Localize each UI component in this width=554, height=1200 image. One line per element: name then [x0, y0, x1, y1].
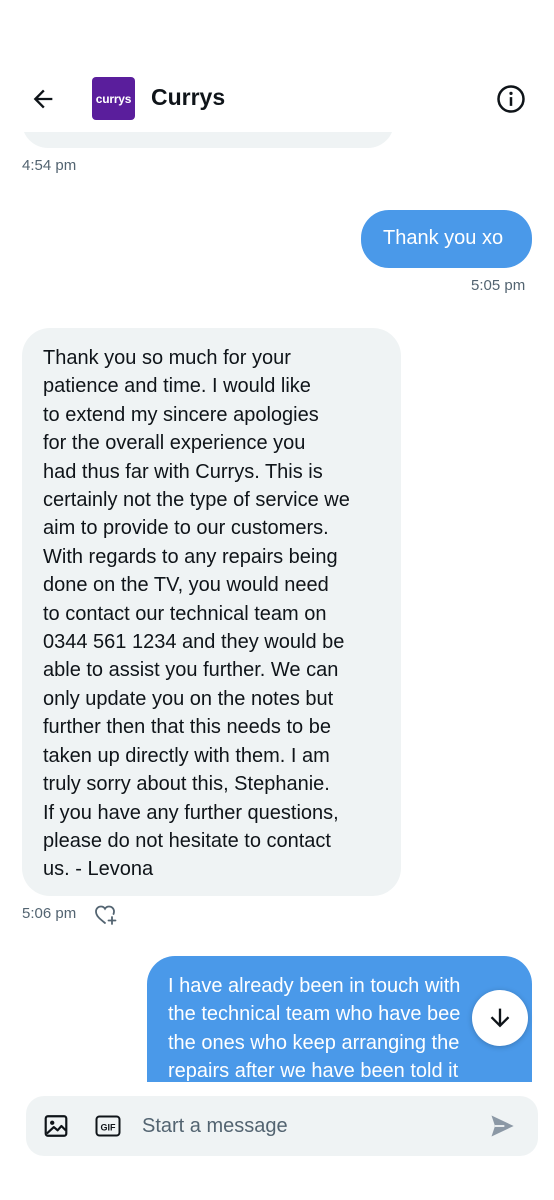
svg-text:GIF: GIF	[101, 1122, 117, 1132]
incoming-message-bubble[interactable]: Thank you so much for your patience and …	[22, 328, 401, 896]
message-text-line: taken up directly with them. I am	[43, 744, 330, 767]
message-text-line: to extend my sincere apologies	[43, 403, 319, 426]
message-input[interactable]	[142, 1106, 472, 1146]
message-text-line: the technical team who have bee	[168, 1003, 461, 1026]
message-text-line: further then that this needs to be	[43, 716, 331, 739]
send-button[interactable]	[488, 1112, 516, 1140]
message-text-line: us. - Levona	[43, 858, 154, 881]
arrow-left-icon	[33, 89, 53, 109]
message-text-line: Thank you so much for your	[43, 347, 291, 369]
info-icon	[497, 85, 525, 113]
message-text-line: had thus far with Currys. This is	[43, 460, 323, 483]
info-button[interactable]	[494, 82, 528, 116]
message-text-line: able to assist you further. We can	[43, 659, 339, 682]
message-text-line: 0344 561 1234 and they would be	[43, 631, 345, 654]
message-text-line: truly sorry about this, Stephanie.	[43, 773, 330, 796]
heart-plus-icon[interactable]	[94, 904, 118, 926]
message-text-line: patience and time. I would like	[43, 375, 311, 398]
message-text-line: please do not hesitate to contact	[43, 829, 331, 852]
message-timestamp: 5:06 pm	[22, 905, 77, 922]
message-text-line: the ones who keep arranging the	[168, 1031, 460, 1054]
message-timestamp: 5:05 pm	[471, 277, 526, 294]
message-text-line: to contact our technical team on	[43, 602, 327, 625]
add-image-button[interactable]	[42, 1112, 70, 1140]
gif-icon: GIF	[95, 1115, 121, 1137]
message-text-line: certainly not the type of service we	[43, 489, 350, 512]
avatar-logo-text: currys	[95, 91, 132, 106]
message-text-line: Thank you xo	[383, 227, 504, 249]
back-button[interactable]	[22, 78, 64, 120]
conversation-header: currys Currys	[0, 0, 554, 132]
send-icon	[491, 1115, 514, 1137]
outgoing-message-bubble[interactable]: Thank you xo	[361, 210, 532, 268]
add-gif-button[interactable]: GIF	[94, 1112, 122, 1140]
scroll-to-bottom-button[interactable]	[472, 990, 528, 1046]
message-composer: GIF	[26, 1096, 538, 1156]
message-text-line: If you have any further questions,	[43, 801, 339, 824]
contact-avatar[interactable]: currys	[92, 77, 135, 120]
message-text-line: I have already been in touch with	[168, 975, 461, 997]
contact-name[interactable]: Currys	[151, 84, 225, 111]
arrow-down-icon	[490, 1008, 510, 1028]
dm-conversation-screen: currys Currys 4:54 pm Thank you xo 5:05 …	[0, 0, 554, 1200]
image-icon	[44, 1115, 68, 1137]
message-text-line: aim to provide to our customers.	[43, 517, 329, 540]
message-text-line: only update you on the notes but	[43, 687, 334, 710]
message-text-line: done on the TV, you would need	[43, 574, 329, 597]
message-timestamp: 4:54 pm	[22, 157, 77, 174]
message-text-line: With regards to any repairs being	[43, 545, 338, 568]
message-text-line: for the overall experience you	[43, 432, 306, 455]
